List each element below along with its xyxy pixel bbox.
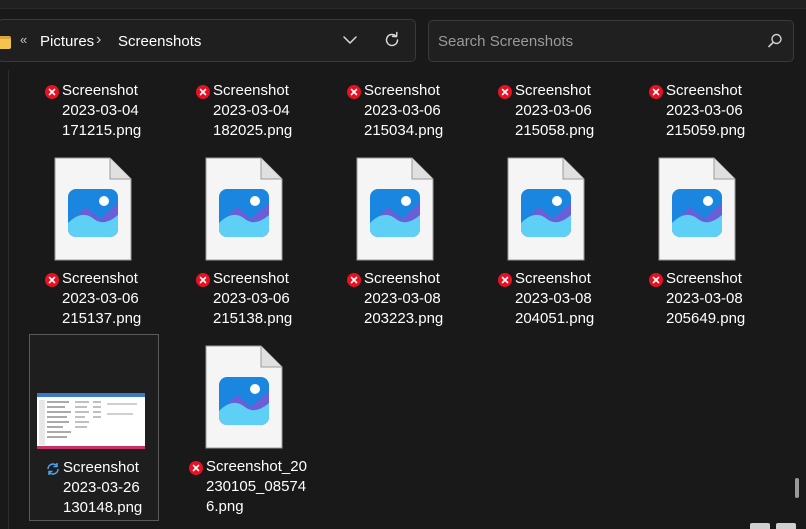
image-file-icon [658,157,736,261]
large-icons-view-button[interactable] [776,523,796,529]
file-item[interactable]: Screenshot 2023-03-08 203223.png [331,152,461,332]
search-icon [768,33,782,48]
address-history-dropdown-button[interactable] [339,29,361,51]
file-name: Screenshot 2023-03-26 130148.png [63,459,143,516]
screenshot-preview [37,393,145,449]
file-item[interactable]: Screenshot_20 230105_08574 6.png [180,334,310,521]
file-name: Screenshot_20 230105_08574 6.png [206,458,307,515]
breadcrumb-screenshots[interactable]: Screenshots [118,33,201,50]
search-box[interactable] [428,20,794,62]
file-name: Screenshot 2023-03-06 215137.png [62,270,142,327]
file-item[interactable]: Screenshot 2023-03-06 215059.png [633,70,763,150]
image-file-icon [507,157,585,261]
file-name: Screenshot 2023-03-04 171215.png [62,82,142,139]
vertical-scrollbar-thumb[interactable] [795,478,799,498]
image-file-icon [54,157,132,261]
window-top-edge [0,0,806,9]
file-name: Screenshot 2023-03-06 215034.png [364,82,444,139]
file-item[interactable]: Screenshot 2023-03-06 215137.png [29,152,159,332]
file-item[interactable]: Screenshot 2023-03-06 215138.png [180,152,310,332]
image-file-icon [205,345,283,449]
file-name: Screenshot 2023-03-08 205649.png [666,270,746,327]
file-item-selected[interactable]: Screenshot 2023-03-26 130148.png [29,334,159,521]
file-item[interactable]: Screenshot 2023-03-04 182025.png [180,70,310,150]
screenshot-preview-image [37,393,145,445]
pane-divider[interactable] [8,70,9,529]
folder-icon [0,36,11,50]
file-item[interactable]: Screenshot 2023-03-06 215034.png [331,70,461,150]
file-name: Screenshot 2023-03-08 204051.png [515,270,595,327]
details-view-button[interactable] [750,523,770,529]
chevron-down-icon [343,36,357,44]
file-item[interactable]: Screenshot 2023-03-06 215058.png [482,70,612,150]
breadcrumb-pictures[interactable]: Pictures [40,33,94,50]
address-bar[interactable]: « Pictures › Screenshots [0,19,416,62]
refresh-button[interactable] [381,29,403,51]
breadcrumb-overflow-button[interactable]: « [20,32,27,47]
file-name: Screenshot 2023-03-04 182025.png [213,82,293,139]
refresh-icon [385,31,399,47]
file-name: Screenshot 2023-03-06 215058.png [515,82,595,139]
image-file-icon [205,157,283,261]
file-name: Screenshot 2023-03-06 215059.png [666,82,746,139]
image-file-icon [356,157,434,261]
file-name: Screenshot 2023-03-06 215138.png [213,270,293,327]
search-input[interactable] [438,31,748,51]
file-item[interactable]: Screenshot 2023-03-04 171215.png [29,70,159,150]
search-button[interactable] [765,31,785,51]
file-item[interactable]: Screenshot 2023-03-08 204051.png [482,152,612,332]
breadcrumb-chevron-icon[interactable]: › [96,31,101,49]
file-item[interactable]: Screenshot 2023-03-08 205649.png [633,152,763,332]
file-name: Screenshot 2023-03-08 203223.png [364,270,444,327]
